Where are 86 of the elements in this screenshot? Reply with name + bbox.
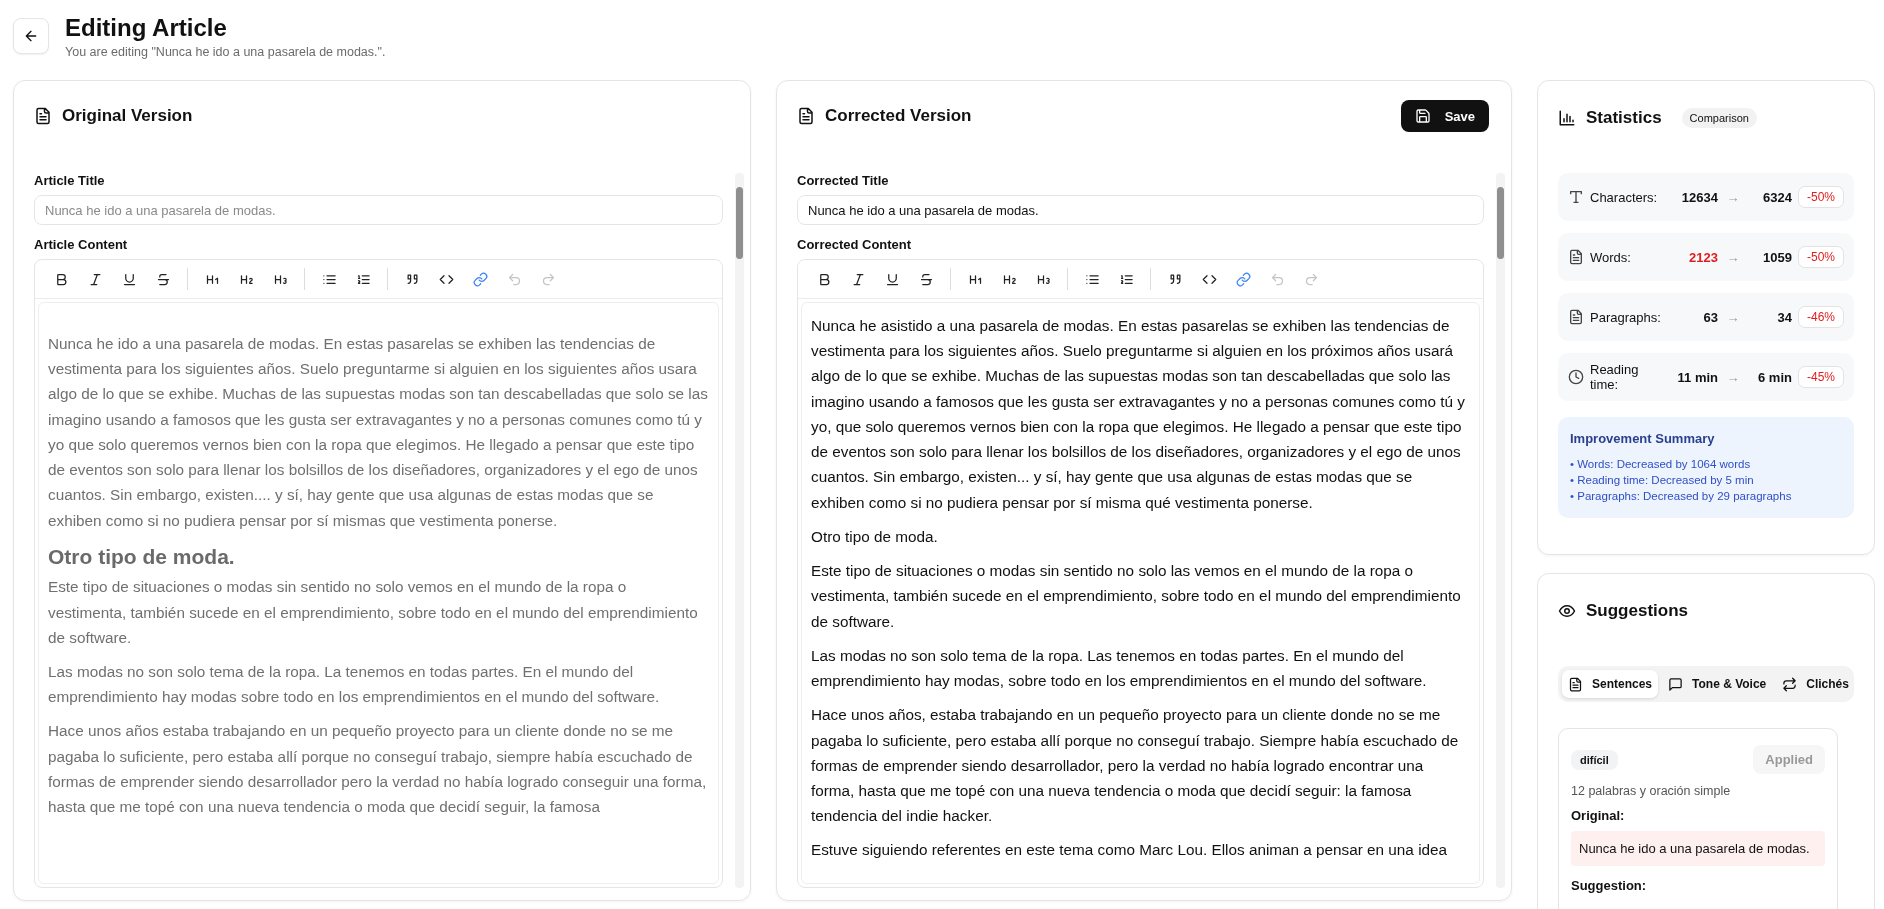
quote-icon	[1167, 271, 1183, 287]
stat-before: 12634	[1680, 189, 1718, 205]
field-label: Article Content	[34, 237, 129, 252]
stat-before: 11 min	[1676, 369, 1718, 385]
content-paragraph: Este tipo de situaciones o modas sin sentido no solo las vemos en el mundo de la ropa o vestimenta, también sucede en el emprendimiento, sobre todo en el mundo del emprendimiento de software.	[811, 561, 1462, 632]
document-icon	[1568, 676, 1583, 692]
underline-icon	[121, 271, 137, 287]
bar-chart-icon	[1558, 109, 1576, 127]
content-paragraph: Las modas no son solo tema de la ropa. Las tenemos en todas partes. En el mundo del emprendimiento hay modas, sobre todo en los emprendimientos en el mundo del software.	[811, 645, 1428, 692]
difficulty-tag: difícil	[1571, 749, 1618, 770]
stat-after: 1059	[1762, 249, 1792, 265]
content-paragraph: Hace unos años estaba trabajando en un pequeño proyecto para un cliente donde no se me pagaba lo suficiente, pero estaba allí porque no conseguí trabajo, siempre había escuchado de formas de emprender siendo desarrollador pero la verdad no había logrado conseguir una forma, hasta que me topé con una nueva tendencia o moda que decidí seguir, la famosa	[48, 721, 708, 818]
link-icon	[472, 271, 488, 287]
content-heading: Otro tipo de moda.	[48, 543, 236, 570]
underline-icon	[884, 271, 900, 287]
field-label: Article Title	[34, 173, 106, 188]
change-badge: -45%	[1798, 366, 1844, 388]
suggestion-note: 12 palabras y oración simple	[1571, 784, 1732, 799]
content-paragraph: Nunca he ido a una pasarela de modas. En estas pasarelas se exhiben las tendencias de vestimenta para los siguientes años. Suelo preguntarme si alguien en los siguientes años usara algo de lo que se exhibe. Muchas de las supuestas modas son tan descabelladas que solo se las imagino usando a famosos que les gusta ser extravagantes y no a personas comunes como tú y yo que solo queremos vernos bien con la ropa que elegimos. He llegado a pensar que este tipo de eventos son solo para llenar los bolsillos de los diseñadores, organizadores y el ego de unos cuantos. Sin embargo, existen.... y sí, hay gente que usa algunas de estas modas que se exhiben como si no pudiera pensar por sí mismas que vestimenta ponerse.	[48, 334, 708, 531]
stat-label: Characters:	[1590, 189, 1659, 205]
save-icon	[1414, 108, 1431, 124]
title-field[interactable]: Nunca he ido a una pasarela de modas.	[797, 195, 1484, 225]
original-label: Original:	[1571, 808, 1626, 824]
content-paragraph: Este tipo de situaciones o modas sin sentido no solo vemos en el mundo de la ropa o vestimenta, también sucede en el emprendimiento, sobre todo en el mundo del emprendimiento de software.	[48, 577, 699, 648]
italic-icon	[850, 271, 866, 287]
rich-text-editor[interactable]	[797, 259, 1484, 888]
link-icon	[1235, 271, 1251, 287]
back-arrow-icon	[23, 28, 39, 44]
document-icon	[1568, 249, 1584, 265]
strikethrough-icon	[155, 271, 171, 287]
clock-icon	[1568, 369, 1584, 385]
original-sentence: Nunca he ido a una pasarela de modas.	[1571, 831, 1825, 867]
summary-title: Improvement Summary	[1570, 431, 1716, 446]
arrow-glyph: →	[1725, 249, 1741, 265]
arrow-glyph: →	[1725, 309, 1741, 325]
summary-item: • Paragraphs: Decreased by 29 paragraphs	[1570, 489, 1793, 505]
speech-bubble-icon	[1668, 676, 1684, 692]
undo-icon	[506, 271, 522, 287]
tab[interactable]: Clichés	[1776, 670, 1855, 699]
italic-icon	[87, 271, 103, 287]
undo-icon	[1269, 271, 1285, 287]
change-badge: -50%	[1798, 186, 1844, 208]
scrollbar[interactable]	[1496, 173, 1505, 888]
summary-item: • Words: Decreased by 1064 words	[1570, 457, 1752, 472]
stat-before: 63	[1702, 309, 1718, 325]
panel-title: Original Version	[62, 106, 193, 126]
text-icon	[1568, 189, 1584, 205]
content-paragraph: Estuve siguiendo referentes en este tema como Marc Lou. Ellos animan a pensar en una idea	[811, 840, 1449, 861]
card-title: Statistics	[1586, 108, 1662, 128]
save-button[interactable]: Save	[1400, 100, 1489, 132]
panel-title: Corrected Version	[825, 106, 972, 126]
scrollbar[interactable]	[735, 173, 744, 888]
stat-label: Words:	[1590, 249, 1632, 265]
content-paragraph: Hace unos años, estaba trabajando en un pequeño proyecto para un cliente donde no se me pagaba lo suficiente, pero estaba allí porque no conseguí trabajo. Siempre había escuchado de formas de emprender siendo desarrollador, pero la verdad no había logrado encontrar una forma, hasta que me topé con una nueva tendencia o moda que decidí seguir: la famosa tendencia del indie hacker.	[811, 705, 1460, 827]
document-icon	[34, 107, 52, 125]
stat-after: 6 min	[1757, 369, 1792, 385]
change-badge: -50%	[1798, 246, 1844, 268]
stat-label: Paragraphs:	[1590, 309, 1662, 325]
content-paragraph: Nunca he asistido a una pasarela de modas. En estas pasarelas se exhiben las tendencias de vestimenta para los siguientes años. Suelo preguntarme si alguien en los próximos años usará algo de lo que se exhibe. Muchas de las supuestas modas son tan descabelladas que solo las imagino usando a famosos que les gusta ser extravagantes y no a personas comunes como tú y yo, que solo queremos vernos bien con la ropa que elegimos. He llegado a pensar que este tipo de eventos son solo para llenar los bolsillos de los diseñadores, organizadores y el ego de unos cuantos. Sin embargo, existen... y sí, hay gente que usa algunas de estas modas que se exhiben como si no pudiera pensar por sí misma qué vestimenta ponerse.	[811, 316, 1466, 513]
card-title: Suggestions	[1586, 601, 1688, 622]
comparison-badge: Comparison	[1681, 108, 1757, 128]
stat-after: 34	[1776, 309, 1792, 325]
back-button[interactable]	[13, 18, 49, 54]
field-label: Corrected Title	[797, 173, 890, 188]
redo-icon	[540, 271, 556, 287]
strikethrough-icon	[918, 271, 934, 287]
document-icon	[797, 107, 815, 125]
document-icon	[1568, 309, 1584, 325]
summary-item: • Reading time: Decreased by 5 min	[1570, 473, 1755, 489]
tab[interactable]: Sentences	[1562, 670, 1659, 699]
page-title: Editing Article	[65, 14, 228, 42]
arrow-glyph: →	[1725, 189, 1741, 205]
field-label: Corrected Content	[797, 237, 913, 252]
quote-icon	[404, 271, 420, 287]
arrow-glyph: →	[1725, 369, 1741, 385]
content-paragraph: Las modas no son solo tema de la ropa. La tenemos en todas partes. En el mundo del emprendimiento hay modas sobre todo en los emprendimientos en el mundo del software.	[48, 661, 661, 708]
change-badge: -46%	[1798, 306, 1844, 328]
stat-after: 6324	[1762, 189, 1792, 205]
tab[interactable]: Tone & Voice	[1662, 670, 1773, 699]
page-subtitle: You are editing "Nunca he ido a una pasarela de modas.".	[65, 45, 386, 59]
stat-before: 2123	[1688, 249, 1718, 265]
suggestion-label: Suggestion:	[1571, 878, 1648, 894]
repeat-icon	[1782, 676, 1798, 692]
stat-label: Reading time:	[1590, 362, 1640, 392]
content-paragraph: Otro tipo de moda.	[811, 526, 939, 547]
redo-icon	[1303, 271, 1319, 287]
